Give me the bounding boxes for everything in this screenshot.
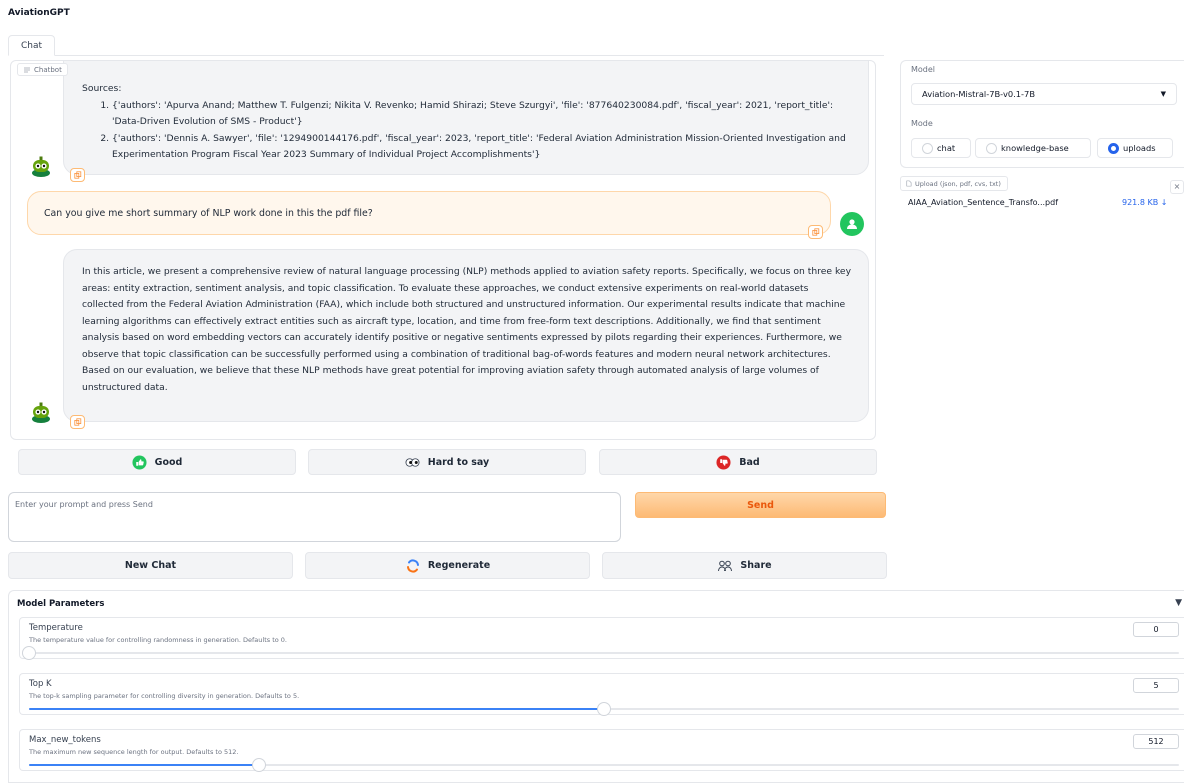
bad-label: Bad <box>739 456 760 468</box>
top-k-slider[interactable] <box>29 702 1179 716</box>
user-message: Can you give me short summary of NLP wor… <box>27 191 831 235</box>
param-name: Top K <box>29 679 52 689</box>
copy-icon <box>73 418 81 426</box>
bad-button[interactable]: Bad <box>599 449 877 475</box>
uploaded-file-size[interactable]: 921.8 KB ↓ <box>1122 198 1167 207</box>
refresh-icon <box>406 558 419 573</box>
new-chat-button[interactable]: New Chat <box>8 552 293 579</box>
mode-option-chat[interactable]: chat <box>911 138 971 158</box>
model-parameters-title: Model Parameters <box>17 599 105 609</box>
robot-icon <box>32 402 50 423</box>
mode-option-uploads[interactable]: uploads <box>1097 138 1173 158</box>
param-top-k: Top K The top-k sampling parameter for c… <box>19 673 1184 716</box>
copy-button[interactable] <box>808 225 823 239</box>
radio-icon <box>1108 142 1119 154</box>
source-item: {'authors': 'Apurva Anand; Matthew T. Fu… <box>112 98 852 131</box>
sources-list: {'authors': 'Apurva Anand; Matthew T. Fu… <box>82 98 852 164</box>
regenerate-label: Regenerate <box>427 560 491 571</box>
chatbot-panel: Sources: {'authors': 'Apurva Anand; Matt… <box>10 60 876 440</box>
param-value-input[interactable]: 512 <box>1133 734 1179 749</box>
hard-to-say-button[interactable]: Hard to say <box>308 449 586 475</box>
bot-message: In this article, we present a comprehens… <box>63 249 869 422</box>
param-description: The temperature value for controlling ra… <box>29 636 287 644</box>
param-max-new-tokens: Max_new_tokens The maximum new sequence … <box>19 729 1184 772</box>
eyes-icon <box>405 457 420 467</box>
send-button[interactable]: Send <box>635 492 886 518</box>
slider-fill <box>29 764 259 766</box>
chatbot-label: Chatbot <box>17 63 68 76</box>
new-chat-label: New Chat <box>124 560 177 571</box>
good-label: Good <box>154 456 183 468</box>
param-name: Max_new_tokens <box>29 735 101 745</box>
dropdown-caret-icon: ▼ <box>1160 90 1166 98</box>
chatbot-label-text: Chatbot <box>34 65 62 74</box>
radio-icon <box>986 142 997 154</box>
upload-panel[interactable]: Upload (json, pdf, cvs, txt) × AIAA_Avia… <box>900 176 1184 212</box>
bot-avatar <box>29 155 53 179</box>
model-parameters-panel: Model Parameters ▼ Temperature The tempe… <box>8 590 1184 783</box>
robot-icon <box>32 156 50 177</box>
slider-thumb[interactable] <box>252 758 266 772</box>
prompt-input[interactable]: Enter your prompt and press Send <box>8 492 621 542</box>
bot-avatar <box>29 401 53 425</box>
model-label: Model <box>911 65 936 74</box>
thumbs-down-icon <box>716 454 731 470</box>
share-users-icon <box>718 560 733 571</box>
mode-option-label: chat <box>937 143 956 153</box>
user-avatar <box>840 212 864 236</box>
model-settings-panel: Model Aviation-Mistral-7B-v0.1-7B ▼ Mode… <box>900 60 1184 168</box>
param-value-input[interactable]: 5 <box>1133 678 1179 693</box>
collapse-caret-icon[interactable]: ▼ <box>1175 598 1182 608</box>
tab-bar: Chat <box>8 35 884 56</box>
copy-icon <box>811 228 819 236</box>
upload-label: Upload (json, pdf, cvs, txt) <box>900 176 1008 191</box>
good-button[interactable]: Good <box>18 449 296 475</box>
mode-option-knowledge-base[interactable]: knowledge-base <box>975 138 1091 158</box>
bot-message: Sources: {'authors': 'Apurva Anand; Matt… <box>63 61 869 175</box>
max-new-tokens-slider[interactable] <box>29 758 1179 772</box>
file-icon <box>906 180 912 187</box>
uploaded-file-name: AIAA_Aviation_Sentence_Transfo...pdf <box>908 198 1059 207</box>
close-icon[interactable]: × <box>1170 180 1184 194</box>
tab-chat[interactable]: Chat <box>8 35 55 56</box>
model-dropdown[interactable]: Aviation-Mistral-7B-v0.1-7B ▼ <box>911 83 1177 105</box>
hard-to-say-label: Hard to say <box>427 456 490 468</box>
param-description: The top-k sampling parameter for control… <box>29 692 300 700</box>
slider-thumb[interactable] <box>22 646 36 660</box>
copy-icon <box>73 171 81 179</box>
prompt-placeholder: Enter your prompt and press Send <box>15 500 153 509</box>
copy-button[interactable] <box>70 168 85 182</box>
radio-icon <box>922 142 933 154</box>
copy-button[interactable] <box>70 415 85 429</box>
slider-thumb[interactable] <box>597 702 611 716</box>
model-dropdown-value: Aviation-Mistral-7B-v0.1-7B <box>922 89 1036 99</box>
mode-option-label: uploads <box>1123 143 1156 153</box>
param-name: Temperature <box>29 623 83 633</box>
source-item: {'authors': 'Dennis A. Sawyer', 'file': … <box>112 131 852 164</box>
regenerate-button[interactable]: Regenerate <box>305 552 590 579</box>
param-description: The maximum new sequence length for outp… <box>29 748 239 756</box>
mode-option-label: knowledge-base <box>1001 143 1069 153</box>
user-icon <box>847 219 857 229</box>
share-label: Share <box>740 560 772 571</box>
sources-title: Sources: <box>82 83 122 94</box>
param-temperature: Temperature The temperature value for co… <box>19 617 1184 660</box>
slider-fill <box>29 708 604 710</box>
chat-icon <box>24 67 30 72</box>
mode-label: Mode <box>911 119 933 128</box>
share-button[interactable]: Share <box>602 552 887 579</box>
param-value-input[interactable]: 0 <box>1133 622 1179 637</box>
app-title: AviationGPT <box>8 8 70 18</box>
upload-label-text: Upload (json, pdf, cvs, txt) <box>915 179 1001 188</box>
thumbs-up-icon <box>132 454 147 470</box>
temperature-slider[interactable] <box>22 646 1179 660</box>
